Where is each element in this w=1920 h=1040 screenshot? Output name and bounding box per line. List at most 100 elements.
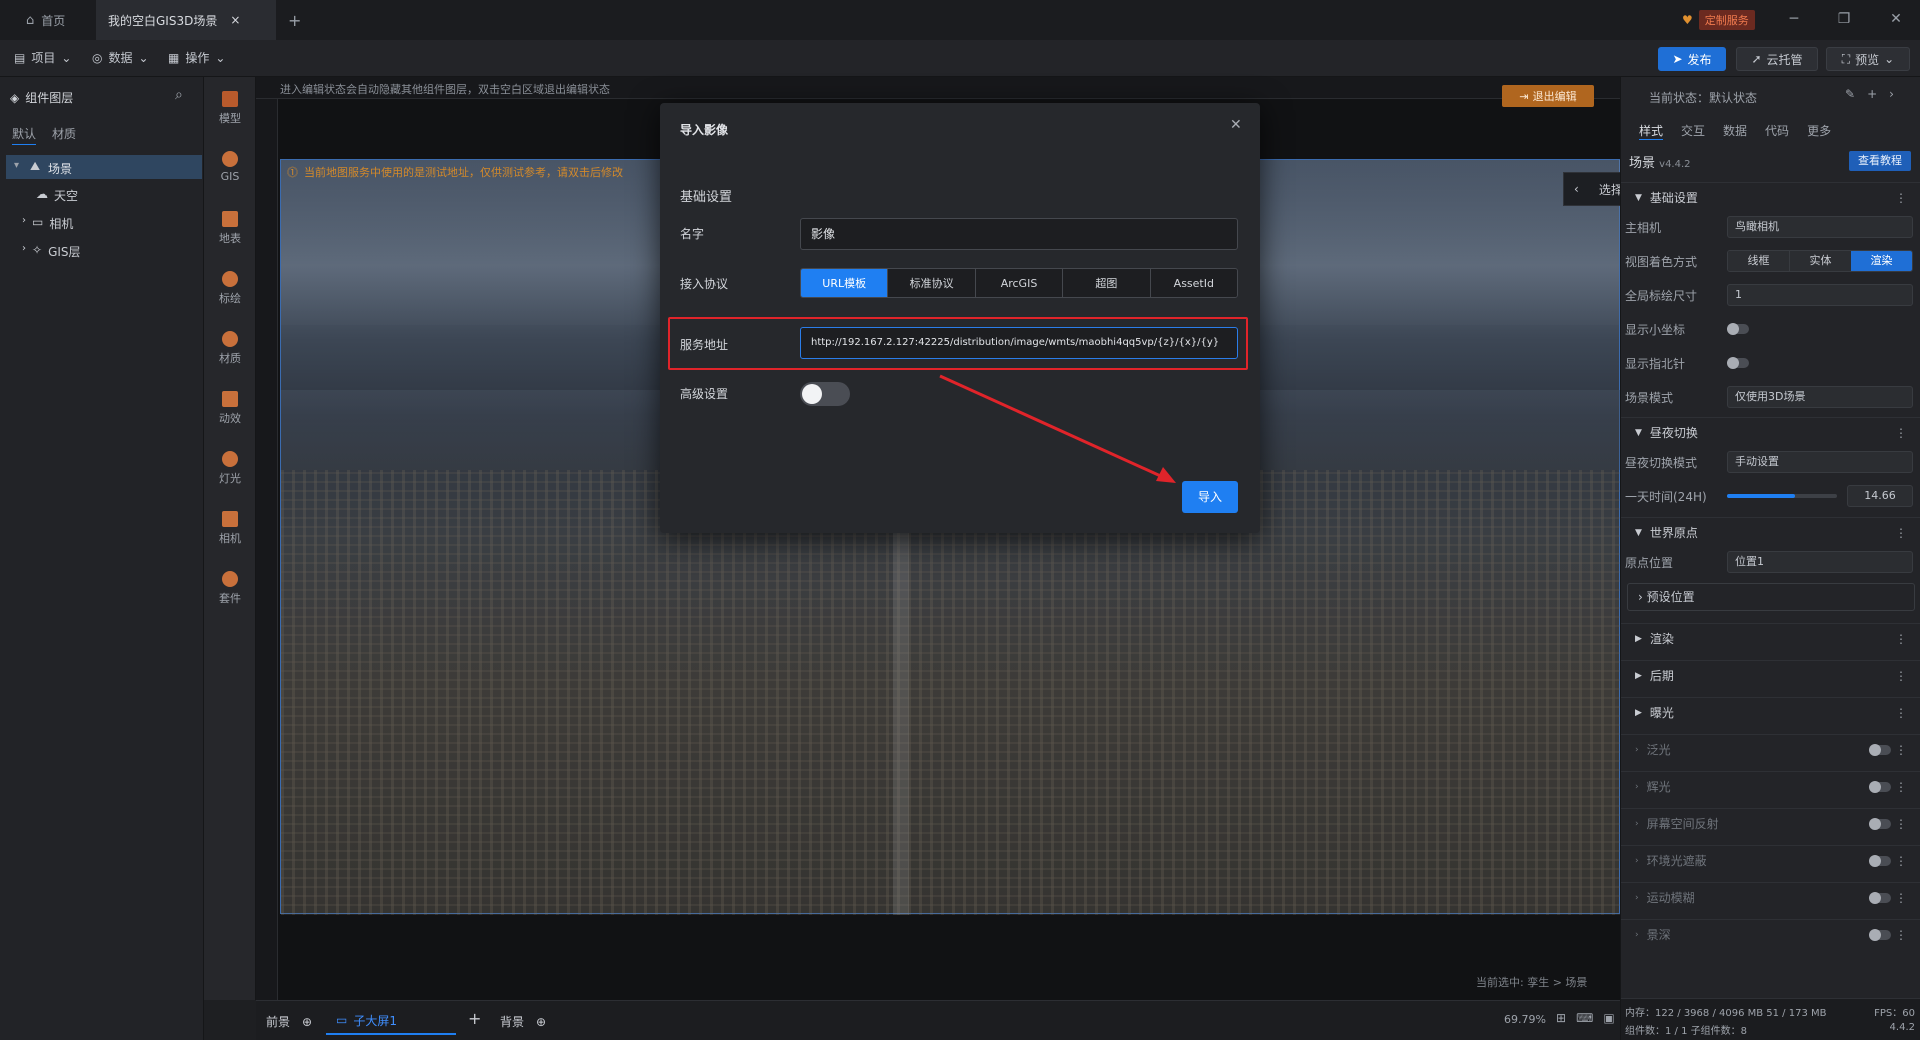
- glow-toggle[interactable]: [1869, 780, 1891, 793]
- add-screen-button[interactable]: +: [468, 1009, 481, 1028]
- database-icon: ◎: [92, 50, 103, 65]
- add-circle-icon[interactable]: ⊕: [302, 1015, 312, 1029]
- view-mode-solid[interactable]: 实体: [1789, 251, 1851, 271]
- close-window-icon[interactable]: ✕: [1884, 11, 1908, 27]
- menu-data[interactable]: ◎ 数据 ⌄: [92, 49, 149, 66]
- tree-item-camera[interactable]: › ▭ 相机: [22, 215, 73, 232]
- chevron-right-icon: ›: [1638, 590, 1643, 604]
- show-coord-toggle[interactable]: [1727, 323, 1749, 335]
- menu-project[interactable]: ▤ 项目 ⌄: [14, 49, 71, 66]
- more-icon[interactable]: ⋮: [1895, 669, 1907, 683]
- more-icon[interactable]: ⋮: [1895, 191, 1907, 205]
- rail-marker[interactable]: 标绘: [204, 271, 256, 306]
- rail-model[interactable]: 模型: [204, 91, 256, 126]
- rail-kit[interactable]: 套件: [204, 571, 256, 606]
- fit-icon[interactable]: ⊞: [1556, 1011, 1566, 1025]
- main-camera-select[interactable]: 鸟瞰相机: [1727, 216, 1913, 238]
- view-mode-render[interactable]: 渲染: [1851, 251, 1912, 271]
- section-world-origin[interactable]: ▼ 世界原点 ⋮: [1621, 517, 1920, 547]
- add-icon[interactable]: +: [1867, 87, 1877, 101]
- tab-document[interactable]: 我的空白GIS3D场景 ×: [96, 0, 276, 40]
- more-icon[interactable]: ⋮: [1895, 526, 1907, 540]
- more-icon[interactable]: ⋮: [1895, 706, 1907, 720]
- chevron-right-icon: ›: [1635, 781, 1639, 792]
- test-url-warning: ⓵ 当前地图服务中使用的是测试地址，仅供测试参考，请双击后修改: [287, 166, 623, 179]
- time-input[interactable]: 14.66: [1847, 485, 1913, 507]
- publish-button[interactable]: ➤ 发布: [1658, 47, 1726, 71]
- close-tab-icon[interactable]: ×: [230, 13, 240, 27]
- daynight-mode-select[interactable]: 手动设置: [1727, 451, 1913, 473]
- tab-style[interactable]: 样式: [1639, 122, 1664, 140]
- cloud-icon: ☁: [36, 187, 48, 201]
- rail-effect[interactable]: 动效: [204, 391, 256, 426]
- more-icon[interactable]: ⋮: [1895, 854, 1907, 868]
- tree-item-scene[interactable]: ▾ ⛰ 场景: [6, 155, 202, 179]
- tab-home[interactable]: ⌂ 首页: [14, 0, 77, 40]
- menu-operate[interactable]: ▦ 操作 ⌄: [168, 49, 225, 66]
- edit-icon[interactable]: ✎: [1845, 87, 1855, 101]
- motion-blur-toggle[interactable]: [1869, 891, 1891, 904]
- search-icon[interactable]: ⌕: [175, 87, 183, 103]
- child-screen-tab[interactable]: ▭ 子大屏1: [326, 1007, 456, 1035]
- section-post[interactable]: ▶ 后期 ⋮: [1621, 660, 1920, 690]
- tab-code[interactable]: 代码: [1765, 122, 1789, 140]
- rail-gis[interactable]: GIS: [204, 151, 256, 183]
- section-exposure[interactable]: ▶ 曝光 ⋮: [1621, 697, 1920, 727]
- tab-default[interactable]: 默认: [12, 125, 37, 145]
- rail-camera[interactable]: 相机: [204, 511, 256, 546]
- restore-icon[interactable]: ❐: [1832, 11, 1856, 27]
- terminal-icon[interactable]: ▣: [1603, 1011, 1614, 1025]
- origin-pos-select[interactable]: 位置1: [1727, 551, 1913, 573]
- section-ao[interactable]: › 环境光遮蔽 ⋮: [1621, 845, 1920, 875]
- keyboard-icon[interactable]: ⌨: [1576, 1011, 1593, 1025]
- dof-toggle[interactable]: [1869, 928, 1891, 941]
- preset-position[interactable]: › 预设位置: [1627, 583, 1915, 611]
- section-render[interactable]: ▶ 渲染 ⋮: [1621, 623, 1920, 653]
- more-icon[interactable]: ⋮: [1895, 891, 1907, 905]
- exit-edit-button[interactable]: ⇥ 退出编辑: [1502, 85, 1594, 107]
- global-marker-input[interactable]: 1: [1727, 284, 1913, 306]
- background-tab[interactable]: 背景 ⊕: [500, 1013, 546, 1030]
- foreground-tab[interactable]: 前景 ⊕: [266, 1013, 312, 1030]
- import-button[interactable]: 导入: [1182, 481, 1238, 513]
- new-tab-button[interactable]: +: [276, 0, 313, 40]
- section-basic[interactable]: ▼ 基础设置 ⋮: [1621, 182, 1920, 212]
- chevron-right-icon[interactable]: ›: [1889, 87, 1894, 101]
- tab-interaction[interactable]: 交互: [1681, 122, 1705, 140]
- tree-item-gis-layer[interactable]: › ✧ GIS层: [22, 243, 81, 260]
- tab-data[interactable]: 数据: [1723, 122, 1747, 140]
- time-slider[interactable]: [1727, 494, 1837, 498]
- tab-more[interactable]: 更多: [1807, 122, 1831, 140]
- more-icon[interactable]: ⋮: [1895, 780, 1907, 794]
- section-motion-blur[interactable]: › 运动模糊 ⋮: [1621, 882, 1920, 912]
- custom-service-button[interactable]: ♥ 定制服务: [1682, 10, 1755, 30]
- preview-button[interactable]: ⛶ 预览 ⌄: [1826, 47, 1910, 71]
- view-tools: ⊞ ⌨ ▣: [1556, 1011, 1615, 1025]
- rail-material[interactable]: 材质: [204, 331, 256, 366]
- section-glow[interactable]: › 辉光 ⋮: [1621, 771, 1920, 801]
- section-dof[interactable]: › 景深 ⋮: [1621, 919, 1920, 949]
- more-icon[interactable]: ⋮: [1895, 817, 1907, 831]
- ao-toggle[interactable]: [1869, 854, 1891, 867]
- more-icon[interactable]: ⋮: [1895, 632, 1907, 646]
- view-mode-wireframe[interactable]: 线框: [1728, 251, 1789, 271]
- more-icon[interactable]: ⋮: [1895, 743, 1907, 757]
- section-bloom[interactable]: › 泛光 ⋮: [1621, 734, 1920, 764]
- rail-light[interactable]: 灯光: [204, 451, 256, 486]
- section-daynight[interactable]: ▼ 昼夜切换 ⋮: [1621, 417, 1920, 447]
- cloud-host-button[interactable]: ➚ 云托管: [1736, 47, 1818, 71]
- tab-material[interactable]: 材质: [52, 125, 76, 142]
- more-icon[interactable]: ⋮: [1895, 426, 1907, 440]
- show-compass-toggle[interactable]: [1727, 357, 1749, 369]
- add-circle-icon[interactable]: ⊕: [536, 1015, 546, 1029]
- tutorial-button[interactable]: 查看教程: [1849, 151, 1911, 171]
- section-ssr[interactable]: › 屏幕空间反射 ⋮: [1621, 808, 1920, 838]
- minimize-icon[interactable]: ─: [1782, 11, 1806, 27]
- tree-item-sky[interactable]: ☁ 天空: [36, 187, 78, 204]
- select-region-button[interactable]: ‹选择区域: [1563, 172, 1620, 206]
- bloom-toggle[interactable]: [1869, 743, 1891, 756]
- more-icon[interactable]: ⋮: [1895, 928, 1907, 942]
- scene-mode-select[interactable]: 仅使用3D场景: [1727, 386, 1913, 408]
- ssr-toggle[interactable]: [1869, 817, 1891, 830]
- rail-terrain[interactable]: 地表: [204, 211, 256, 246]
